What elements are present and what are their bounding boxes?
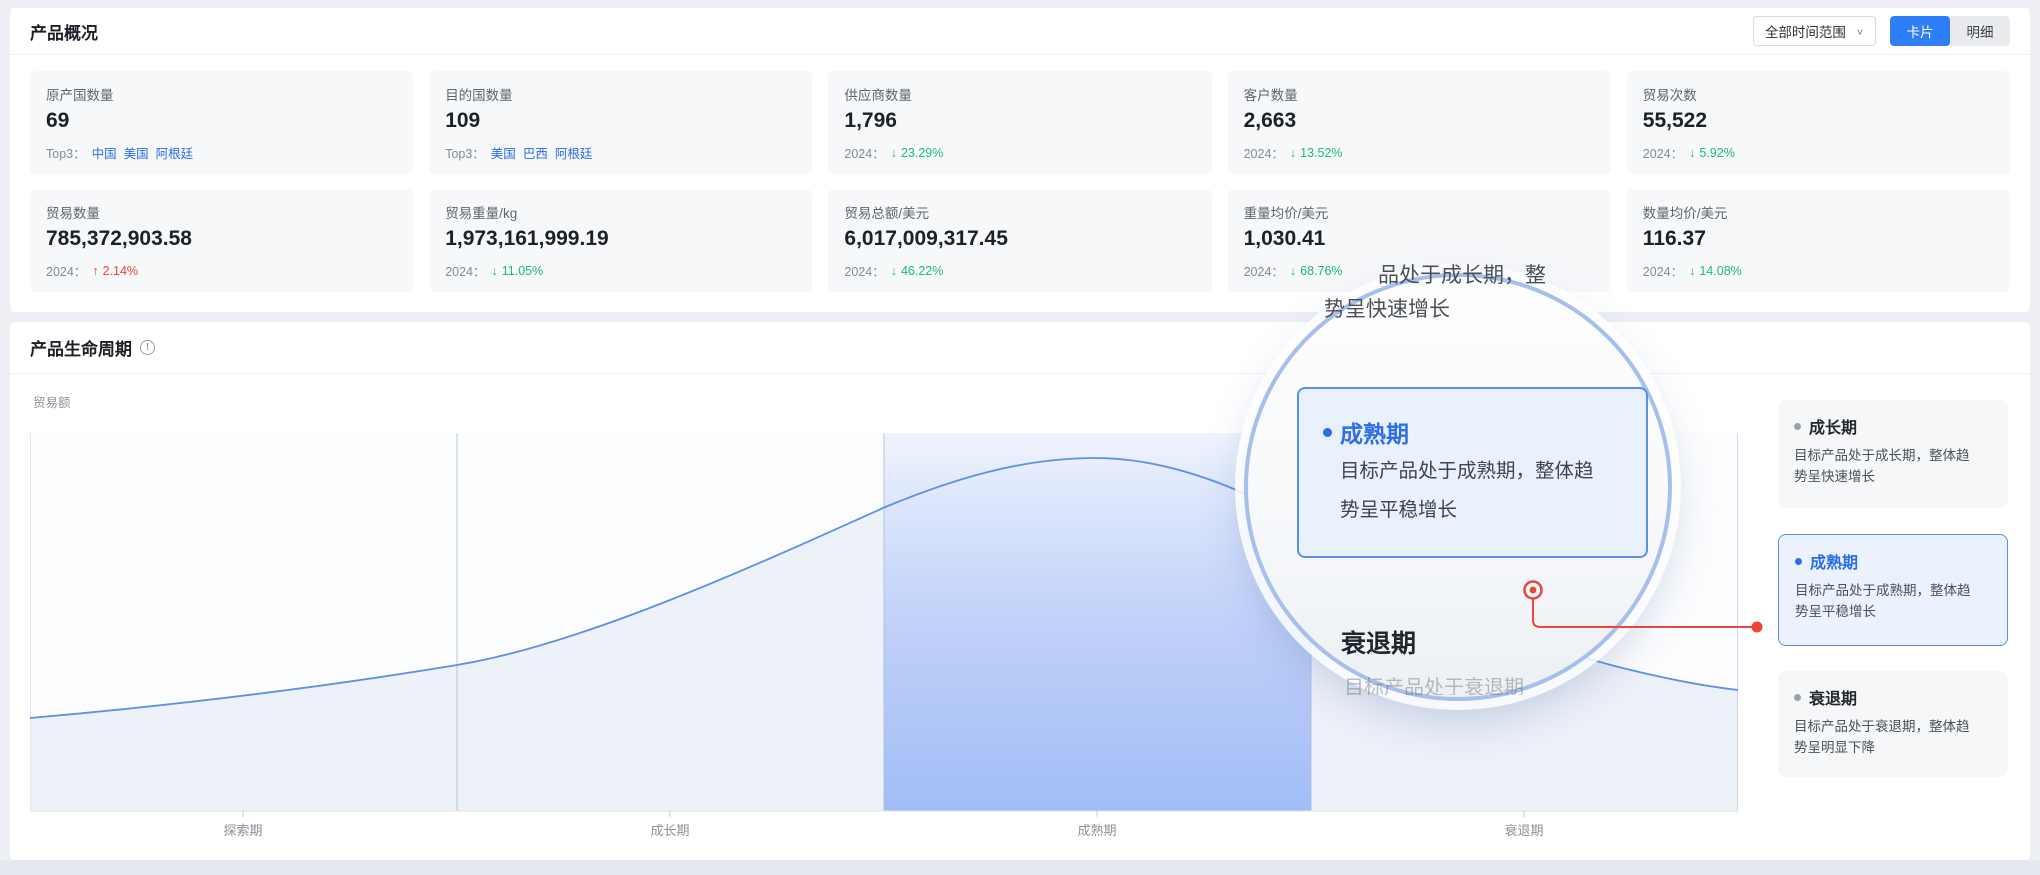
stage-dot-icon — [1794, 423, 1801, 430]
view-toggle: 卡片 明细 — [1890, 16, 2010, 46]
stat-value: 55,522 — [1643, 109, 1994, 133]
overview-title: 产品概况 — [30, 19, 98, 44]
x-label-maturity: 成熟期 — [1077, 823, 1116, 838]
stat-label: 贸易次数 — [1643, 84, 1994, 104]
magnified-maturity-card: 成熟期 目标产品处于成熟期，整体趋势呈平稳增长 — [1297, 387, 1648, 558]
stat-value: 69 — [46, 109, 397, 133]
magnified-stage-title: 成熟期 — [1340, 415, 1409, 449]
stage-description: 目标产品处于成熟期，整体趋势呈平稳增长 — [1795, 581, 1980, 622]
overview-header-divider — [10, 54, 2030, 55]
stat-card-origin-countries: 原产国数量 69 Top3： 中国美国阿根廷 — [30, 71, 413, 174]
dashboard-page: { "overview": { "title": "产品概况", "time_f… — [0, 0, 2040, 875]
stat-value: 116.37 — [1643, 227, 1994, 251]
x-label-growth: 成长期 — [650, 823, 689, 838]
view-detail-button[interactable]: 明细 — [1950, 16, 2010, 46]
top3-link[interactable]: 阿根廷 — [555, 143, 593, 162]
yoy-year: 2024： — [1643, 261, 1683, 280]
stat-value: 2,663 — [1244, 109, 1595, 133]
overview-header: 产品概况 全部时间范围 ∨ 卡片 明细 — [10, 8, 2030, 54]
stage-dot-icon — [1323, 428, 1332, 437]
stage-title: 成长期 — [1809, 414, 1857, 438]
lifecycle-header-divider — [10, 373, 2030, 374]
chevron-down-icon: ∨ — [1856, 26, 1864, 36]
view-card-button[interactable]: 卡片 — [1890, 16, 1950, 46]
top3-label: Top3： — [46, 143, 86, 162]
page-bottom-margin — [0, 860, 2040, 875]
stage-dot-icon — [1794, 694, 1801, 701]
stat-card-trade-total-usd: 贸易总额/美元 6,017,009,317.45 2024： 46.22% — [828, 189, 1211, 292]
stat-card-quantity-avg-price: 数量均价/美元 116.37 2024： 14.08% — [1627, 189, 2010, 292]
stage-title: 成熟期 — [1810, 549, 1858, 573]
stat-card-trade-count: 贸易次数 55,522 2024： 5.92% — [1627, 71, 2010, 174]
top3-link[interactable]: 巴西 — [523, 143, 548, 162]
stat-value: 1,796 — [844, 109, 1195, 133]
yoy-delta: 11.05% — [492, 264, 544, 278]
stat-label: 贸易数量 — [46, 202, 397, 222]
top3-link[interactable]: 美国 — [124, 143, 149, 162]
time-range-value: 全部时间范围 — [1765, 21, 1846, 41]
lifecycle-header: 产品生命周期 ! — [10, 322, 2030, 373]
magnified-growth-text-fragment: 品处于成长期，整 — [1378, 259, 1546, 289]
yoy-year: 2024： — [844, 261, 884, 280]
stat-label: 供应商数量 — [844, 84, 1195, 104]
stat-label: 贸易总额/美元 — [844, 202, 1195, 222]
stat-label: 原产国数量 — [46, 84, 397, 104]
x-label-exploration: 探索期 — [223, 823, 262, 838]
stat-label: 目的国数量 — [445, 84, 796, 104]
top3-link[interactable]: 阿根廷 — [156, 143, 194, 162]
stage-description: 目标产品处于成长期，整体趋势呈快速增长 — [1794, 446, 1979, 487]
stat-label: 贸易重量/kg — [445, 202, 796, 222]
yoy-delta: 13.52% — [1290, 146, 1343, 160]
lifecycle-title: 产品生命周期 — [30, 335, 132, 360]
yoy-year: 2024： — [1643, 143, 1683, 162]
yoy-delta: 23.29% — [891, 146, 944, 160]
yoy-year: 2024： — [1244, 143, 1284, 162]
magnified-stage-description: 目标产品处于成熟期，整体趋势呈平稳增长 — [1340, 452, 1605, 530]
stat-value: 109 — [445, 109, 796, 133]
top3-label: Top3： — [445, 143, 485, 162]
magnified-growth-text-fragment: 势呈快速增长 — [1324, 293, 1450, 323]
stat-card-trade-weight: 贸易重量/kg 1,973,161,999.19 2024： 11.05% — [429, 189, 812, 292]
stage-description: 目标产品处于衰退期，整体趋势呈明显下降 — [1794, 717, 1979, 758]
stat-card-suppliers: 供应商数量 1,796 2024： 23.29% — [828, 71, 1211, 174]
yoy-delta: 68.76% — [1290, 264, 1343, 278]
stage-dot-icon — [1795, 558, 1802, 565]
stage-card-maturity[interactable]: 成熟期 目标产品处于成熟期，整体趋势呈平稳增长 — [1778, 534, 2008, 646]
top3-link[interactable]: 美国 — [491, 143, 516, 162]
info-icon[interactable]: ! — [140, 340, 155, 355]
magnifier-lens: 品处于成长期，整 势呈快速增长 成熟期 目标产品处于成熟期，整体趋势呈平稳增长 … — [1244, 273, 1672, 701]
x-label-decline: 衰退期 — [1504, 823, 1543, 838]
stat-label: 重量均价/美元 — [1244, 202, 1595, 222]
stage-card-growth[interactable]: 成长期 目标产品处于成长期，整体趋势呈快速增长 — [1778, 400, 2008, 508]
product-overview-panel: 产品概况 全部时间范围 ∨ 卡片 明细 原产国数量 69 Top3： 中国美国阿… — [10, 8, 2030, 312]
stat-label: 客户数量 — [1244, 84, 1595, 104]
stat-value: 1,973,161,999.19 — [445, 227, 796, 251]
stage-title: 衰退期 — [1809, 685, 1857, 709]
yoy-delta: 5.92% — [1689, 146, 1735, 160]
stat-label: 数量均价/美元 — [1643, 202, 1994, 222]
yoy-year: 2024： — [844, 143, 884, 162]
yoy-year: 2024： — [1244, 261, 1284, 280]
stage-card-decline[interactable]: 衰退期 目标产品处于衰退期，整体趋势呈明显下降 — [1778, 671, 2008, 777]
magnified-decline-title: 衰退期 — [1341, 624, 1416, 660]
y-axis-title: 贸易额 — [33, 392, 71, 411]
top3-link[interactable]: 中国 — [92, 143, 117, 162]
stat-value: 1,030.41 — [1244, 227, 1595, 251]
stat-cards-grid: 原产国数量 69 Top3： 中国美国阿根廷 目的国数量 109 Top3： 美… — [30, 71, 2010, 292]
yoy-delta: 46.22% — [891, 264, 944, 278]
stat-card-customers: 客户数量 2,663 2024： 13.52% — [1228, 71, 1611, 174]
stat-card-trade-quantity: 贸易数量 785,372,903.58 2024： 2.14% — [30, 189, 413, 292]
stat-value: 6,017,009,317.45 — [844, 227, 1195, 251]
stat-value: 785,372,903.58 — [46, 227, 397, 251]
yoy-year: 2024： — [445, 261, 485, 280]
yoy-year: 2024： — [46, 261, 86, 280]
lifecycle-panel: 产品生命周期 ! 贸易额 — [10, 322, 2030, 860]
yoy-delta: 14.08% — [1689, 264, 1742, 278]
stat-card-destination-countries: 目的国数量 109 Top3： 美国巴西阿根廷 — [429, 71, 812, 174]
yoy-delta: 2.14% — [92, 264, 138, 278]
time-range-select[interactable]: 全部时间范围 ∨ — [1753, 16, 1876, 46]
magnified-decline-text-fragment: 目标产品处于衰退期 — [1344, 671, 1524, 695]
